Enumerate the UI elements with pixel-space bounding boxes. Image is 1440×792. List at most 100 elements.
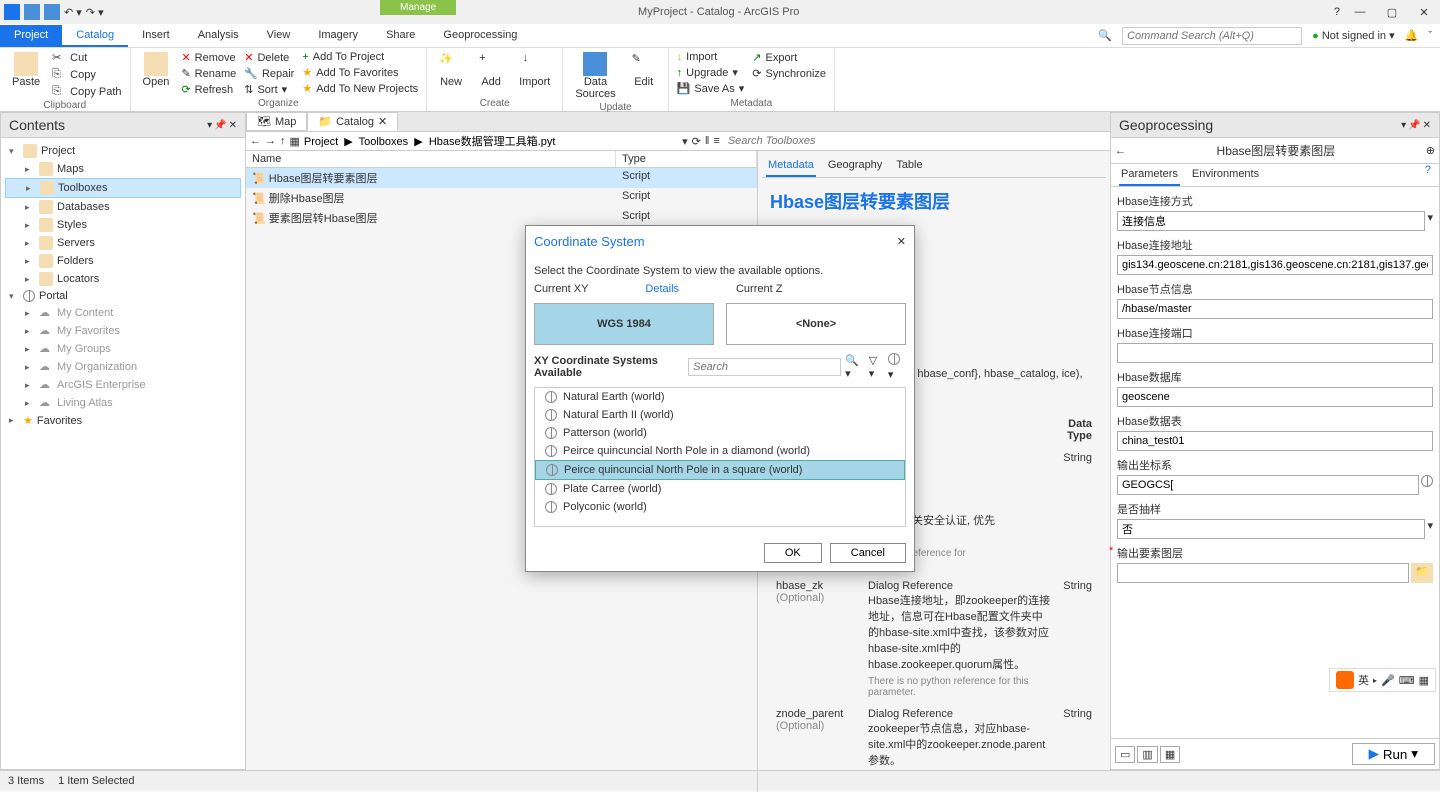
delete-button[interactable]: ✕Delete [242, 50, 296, 65]
tree-item[interactable]: ▸Toolboxes [5, 178, 241, 198]
current-xy-box[interactable]: WGS 1984 [534, 303, 714, 345]
meta-saveas-button[interactable]: 💾Save As ▾ [675, 81, 747, 96]
copy-button[interactable]: ⎘Copy [50, 67, 123, 83]
pin-icon[interactable]: 📌 [214, 120, 226, 131]
tree-project[interactable]: ▾Project [5, 142, 241, 160]
gp-input[interactable] [1117, 563, 1409, 583]
tree-item[interactable]: ▸☁Living Atlas [5, 394, 241, 412]
ime-badge[interactable]: 英▸ 🎤 ⌨ ▦ [1329, 668, 1436, 692]
tree-item[interactable]: ▸☁My Content [5, 304, 241, 322]
redo-icon[interactable]: ↷ ▾ [86, 6, 104, 19]
open-icon[interactable] [44, 4, 60, 20]
command-search[interactable] [1122, 27, 1302, 45]
notification-icon[interactable]: 🔔 [1405, 29, 1419, 42]
gp-back-icon[interactable]: ← [1115, 145, 1126, 157]
gp-tab-parameters[interactable]: Parameters [1119, 164, 1180, 186]
help-icon[interactable]: ? [1334, 6, 1340, 18]
view-tab-catalog[interactable]: 📁Catalog ✕ [307, 112, 398, 131]
data-sources-button[interactable]: Data Sources [569, 50, 621, 102]
cs-item[interactable]: Polyconic (world) [535, 498, 905, 516]
refresh-icon[interactable]: ⟳ [692, 135, 701, 148]
tab-share[interactable]: Share [372, 25, 429, 47]
tree-item[interactable]: ▸Locators [5, 270, 241, 288]
current-z-box[interactable]: <None> [726, 303, 906, 345]
ime-mic-icon[interactable]: 🎤 [1381, 674, 1395, 687]
meta-upgrade-button[interactable]: ↑Upgrade ▾ [675, 65, 747, 80]
cs-item[interactable]: Peirce quincuncial North Pole in a squar… [535, 460, 905, 480]
signin-status[interactable]: ● Not signed in ▾ [1312, 29, 1395, 42]
cut-button[interactable]: ✂Cut [50, 50, 123, 66]
tree-item[interactable]: ▸☁ArcGIS Enterprise [5, 376, 241, 394]
globe-icon[interactable]: ▾ [888, 353, 906, 381]
filter-icon[interactable]: ▽ ▾ [869, 354, 884, 380]
save-icon[interactable] [24, 4, 40, 20]
context-tab-manage[interactable]: Manage [380, 0, 456, 15]
add-button[interactable]: +Add [473, 50, 509, 90]
tree-item[interactable]: ▸Styles [5, 216, 241, 234]
filter-icon[interactable]: ≡ [713, 135, 719, 147]
close-tab-icon[interactable]: ✕ [378, 115, 387, 128]
cs-item[interactable]: Natural Earth (world) [535, 388, 905, 406]
pin-icon[interactable]: 📌 [1408, 120, 1420, 131]
tab-project[interactable]: Project [0, 25, 62, 47]
add-favorites-button[interactable]: ★Add To Favorites [300, 65, 420, 80]
gp-input[interactable] [1117, 387, 1433, 407]
cs-search[interactable] [688, 358, 841, 376]
cs-list[interactable]: Natural Earth (world)Natural Earth II (w… [534, 387, 906, 527]
open-button[interactable]: Open [137, 50, 176, 90]
meta-export-button[interactable]: ↗Export [750, 50, 828, 65]
tree-item[interactable]: ▸☁My Organization [5, 358, 241, 376]
run-button[interactable]: ▶Run ▾ [1352, 743, 1435, 765]
cs-item[interactable]: Plate Carree (world) [535, 480, 905, 498]
meta-sync-button[interactable]: ⟳Synchronize [750, 66, 828, 81]
view-tab-map[interactable]: 🗺Map [246, 112, 307, 131]
tree-item[interactable]: ▸Maps [5, 160, 241, 178]
view-icon-2[interactable]: ▥ [1137, 746, 1157, 763]
view-icon-3[interactable]: ▦ [1160, 746, 1180, 763]
tab-insert[interactable]: Insert [128, 25, 184, 47]
refresh-button[interactable]: ⟳Refresh [179, 82, 238, 97]
tree-favorites[interactable]: ▸★Favorites [5, 412, 241, 429]
close-button[interactable]: ✕ [1412, 2, 1436, 22]
nav-back-icon[interactable]: ← [250, 135, 261, 147]
minimize-button[interactable]: — [1348, 2, 1372, 22]
gp-add-icon[interactable]: ⊕ [1426, 144, 1435, 157]
gp-input[interactable] [1117, 211, 1425, 231]
close-panel-icon[interactable]: ✕ [1423, 120, 1431, 131]
cs-item[interactable]: Patterson (world) [535, 424, 905, 442]
add-new-projects-button[interactable]: ★Add To New Projects [300, 81, 420, 96]
close-panel-icon[interactable]: ✕ [229, 120, 237, 131]
gp-input[interactable] [1117, 431, 1433, 451]
ime-kb-icon[interactable]: ⌨ [1399, 674, 1415, 687]
gp-input[interactable] [1117, 255, 1433, 275]
ime-grid-icon[interactable]: ▦ [1419, 674, 1429, 687]
gp-input[interactable] [1117, 299, 1433, 319]
gp-input[interactable] [1117, 519, 1425, 539]
col-header-name[interactable]: Name [246, 151, 616, 167]
globe-icon[interactable] [1421, 475, 1433, 495]
details-link[interactable]: Details [645, 283, 679, 295]
ok-button[interactable]: OK [764, 543, 822, 563]
import-button[interactable]: ↓Import [513, 50, 556, 90]
collapse-ribbon-icon[interactable]: ˇ [1428, 30, 1432, 42]
cs-item[interactable]: Natural Earth II (world) [535, 406, 905, 424]
gp-input[interactable] [1117, 475, 1419, 495]
col-header-type[interactable]: Type [616, 151, 757, 167]
paste-button[interactable]: Paste [6, 50, 46, 90]
tree-item[interactable]: ▸Folders [5, 252, 241, 270]
copy-path-button[interactable]: ⎘Copy Path [50, 84, 123, 100]
tree-item[interactable]: ▸Servers [5, 234, 241, 252]
gp-tab-environments[interactable]: Environments [1190, 164, 1261, 186]
tree-portal[interactable]: ▾Portal [5, 288, 241, 304]
maximize-button[interactable]: ▢ [1380, 2, 1404, 22]
autohide-icon[interactable]: ▾ [207, 120, 212, 131]
remove-button[interactable]: ✕Remove [179, 50, 238, 65]
breadcrumb[interactable] [304, 135, 678, 147]
autohide-icon[interactable]: ▾ [1401, 120, 1406, 131]
meta-tab-table[interactable]: Table [894, 155, 924, 177]
new-button[interactable]: ✨New [433, 50, 469, 90]
tab-geoprocessing[interactable]: Geoprocessing [429, 25, 531, 47]
tab-catalog[interactable]: Catalog [62, 25, 128, 47]
dialog-close-icon[interactable]: ✕ [897, 235, 906, 248]
cs-item[interactable]: Peirce quincuncial North Pole in a diamo… [535, 442, 905, 460]
